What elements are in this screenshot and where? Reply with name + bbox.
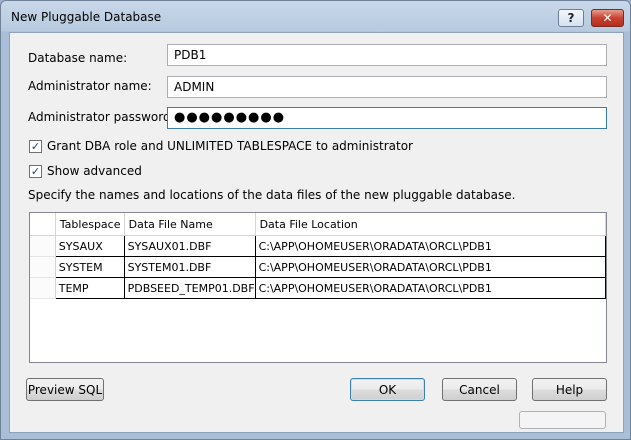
cancel-button[interactable]: Cancel bbox=[442, 378, 517, 401]
datafiles-table: Tablespace Data File Name Data File Loca… bbox=[30, 213, 607, 299]
checkmark-icon: ✓ bbox=[30, 140, 41, 153]
dialog-body: Database name: PDB1 Administrator name: … bbox=[9, 32, 624, 433]
database-name-label: Database name: bbox=[28, 51, 128, 65]
data-file-name-cell[interactable]: SYSAUX01.DBF bbox=[123, 235, 256, 257]
table-row[interactable]: TEMP PDBSEED_TEMP01.DBF C:\APP\OHOMEUSER… bbox=[30, 277, 607, 299]
dialog-window: New Pluggable Database ? ✕ Database name… bbox=[0, 0, 631, 440]
grant-dba-label[interactable]: Grant DBA role and UNLIMITED TABLESPACE … bbox=[47, 139, 413, 153]
tablespace-cell[interactable]: SYSTEM bbox=[54, 256, 125, 278]
ok-button[interactable]: OK bbox=[350, 378, 425, 401]
close-button[interactable]: ✕ bbox=[591, 9, 624, 27]
column-header-tablespace[interactable]: Tablespace bbox=[55, 213, 125, 236]
title-bar[interactable]: New Pluggable Database ? ✕ bbox=[1, 1, 630, 33]
row-header[interactable] bbox=[30, 256, 56, 278]
row-header[interactable] bbox=[30, 235, 56, 257]
grant-dba-checkbox[interactable]: ✓ bbox=[29, 140, 42, 153]
title-help-button[interactable]: ? bbox=[558, 9, 584, 27]
table-row[interactable]: SYSAUX SYSAUX01.DBF C:\APP\OHOMEUSER\ORA… bbox=[30, 235, 607, 257]
data-file-name-cell[interactable]: SYSTEM01.DBF bbox=[123, 256, 256, 278]
grid-header-row: Tablespace Data File Name Data File Loca… bbox=[30, 213, 607, 236]
preview-sql-button[interactable]: Preview SQL bbox=[26, 378, 104, 401]
data-file-location-cell[interactable]: C:\APP\OHOMEUSER\ORADATA\ORCL\PDB1 bbox=[254, 235, 607, 257]
tablespace-cell[interactable]: TEMP bbox=[54, 277, 125, 299]
administrator-name-input[interactable]: ADMIN bbox=[167, 76, 607, 98]
administrator-password-label: Administrator password: bbox=[28, 110, 175, 124]
show-advanced-label[interactable]: Show advanced bbox=[47, 164, 142, 178]
column-header-data-file-name[interactable]: Data File Name bbox=[124, 213, 256, 236]
help-button[interactable]: Help bbox=[532, 378, 607, 401]
question-icon: ? bbox=[567, 11, 575, 25]
tablespace-cell[interactable]: SYSAUX bbox=[54, 235, 125, 257]
checkmark-icon: ✓ bbox=[30, 165, 41, 178]
database-name-input[interactable]: PDB1 bbox=[167, 44, 607, 66]
administrator-password-input[interactable]: ●●●●●●●●● bbox=[167, 107, 607, 129]
datafiles-grid[interactable]: Tablespace Data File Name Data File Loca… bbox=[29, 212, 607, 363]
close-icon: ✕ bbox=[602, 11, 613, 25]
data-file-location-cell[interactable]: C:\APP\OHOMEUSER\ORADATA\ORCL\PDB1 bbox=[254, 256, 607, 278]
datafiles-description: Specify the names and locations of the d… bbox=[28, 188, 516, 202]
column-header-data-file-location[interactable]: Data File Location bbox=[255, 213, 607, 236]
window-title: New Pluggable Database bbox=[11, 10, 162, 24]
data-file-name-cell[interactable]: PDBSEED_TEMP01.DBF bbox=[123, 277, 256, 299]
table-row[interactable]: SYSTEM SYSTEM01.DBF C:\APP\OHOMEUSER\ORA… bbox=[30, 256, 607, 278]
show-advanced-checkbox[interactable]: ✓ bbox=[29, 165, 42, 178]
data-file-location-cell[interactable]: C:\APP\OHOMEUSER\ORADATA\ORCL\PDB1 bbox=[254, 277, 607, 299]
row-header-corner bbox=[30, 213, 56, 236]
administrator-name-label: Administrator name: bbox=[28, 79, 152, 93]
disabled-button bbox=[519, 411, 606, 429]
row-header[interactable] bbox=[30, 277, 56, 299]
